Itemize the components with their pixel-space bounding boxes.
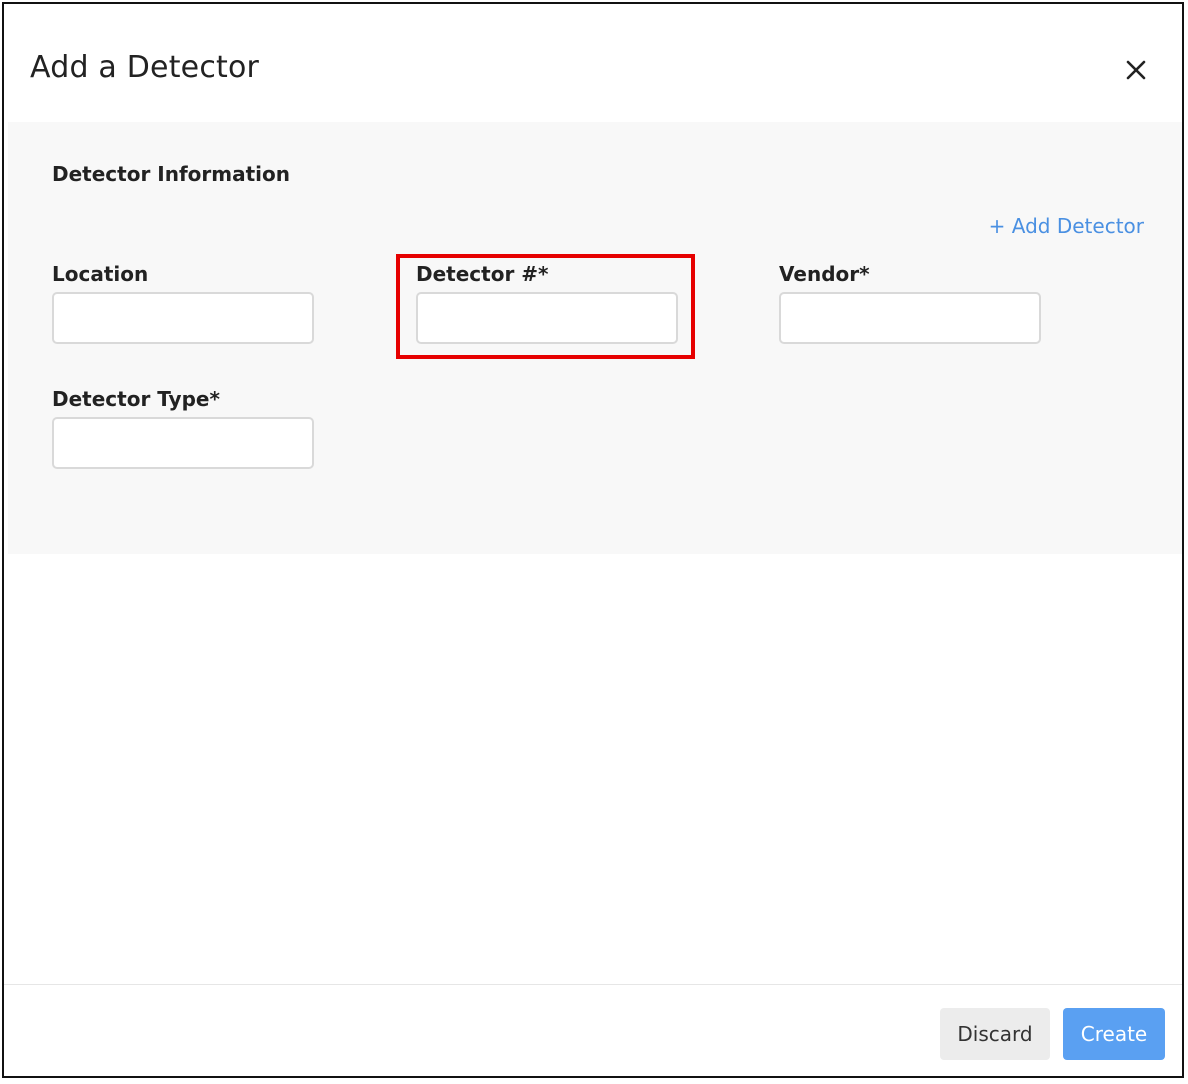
vendor-input[interactable] [779, 292, 1041, 344]
dialog-title: Add a Detector [30, 50, 260, 85]
detector-form-panel: Detector Information + Add Detector Loca… [8, 122, 1182, 554]
section-title: Detector Information [52, 162, 290, 186]
footer-divider [4, 984, 1182, 985]
detector-number-field: Detector #* [416, 262, 678, 344]
detector-type-label: Detector Type* [52, 387, 220, 411]
dialog-header: Add a Detector [4, 4, 1182, 122]
add-detector-dialog: Add a Detector Detector Information + Ad… [2, 2, 1184, 1078]
create-button[interactable]: Create [1063, 1008, 1165, 1060]
detector-type-input[interactable] [52, 417, 314, 469]
add-detector-link[interactable]: + Add Detector [989, 214, 1144, 238]
discard-button[interactable]: Discard [940, 1008, 1050, 1060]
close-button[interactable] [1122, 56, 1150, 84]
location-input[interactable] [52, 292, 314, 344]
detector-number-input[interactable] [416, 292, 678, 344]
location-label: Location [52, 262, 149, 286]
vendor-field: Vendor* [779, 262, 1041, 344]
location-field: Location [52, 262, 314, 344]
detector-number-label: Detector #* [416, 262, 549, 286]
detector-type-field: Detector Type* [52, 387, 314, 469]
vendor-label: Vendor* [779, 262, 870, 286]
close-icon [1126, 60, 1146, 80]
